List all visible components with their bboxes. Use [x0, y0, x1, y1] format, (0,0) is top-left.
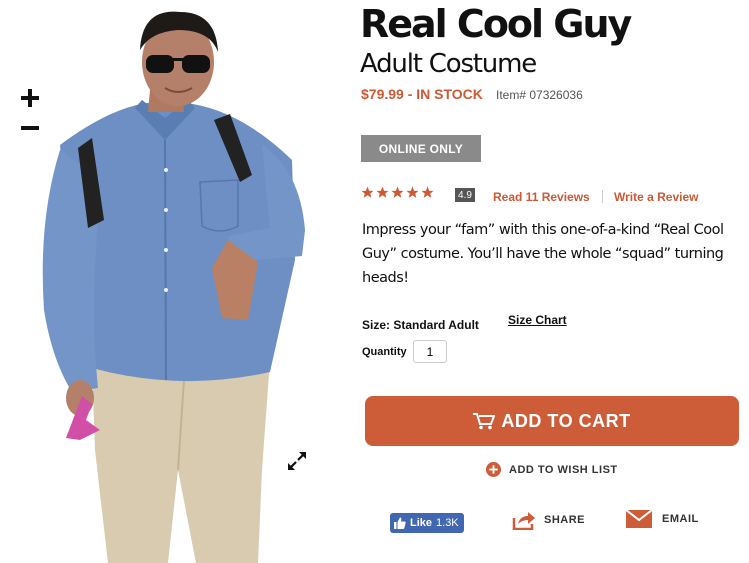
star-icon: [421, 186, 434, 198]
share-arrow-icon: [512, 512, 535, 530]
quantity-input[interactable]: [413, 340, 447, 363]
expand-image-button[interactable]: [286, 450, 310, 474]
email-button[interactable]: EMAIL: [626, 510, 699, 528]
product-image[interactable]: [0, 0, 345, 563]
thumbs-up-icon: [394, 517, 406, 529]
online-only-badge: ONLINE ONLY: [361, 135, 481, 162]
expand-icon: [288, 452, 306, 470]
share-button[interactable]: SHARE: [512, 510, 585, 530]
zoom-out-button[interactable]: [18, 115, 42, 139]
size-label: Size: Standard Adult: [362, 318, 479, 332]
star-icon: [406, 186, 419, 198]
star-rating: [361, 186, 434, 199]
add-to-wish-list-button[interactable]: ADD TO WISH LIST: [486, 462, 618, 477]
cart-icon: [473, 413, 496, 430]
like-count: 1.3K: [436, 517, 459, 529]
quantity-label: Quantity: [362, 346, 407, 358]
email-label: EMAIL: [662, 513, 699, 525]
size-chart-link[interactable]: Size Chart: [508, 313, 567, 327]
write-review-link[interactable]: Write a Review: [614, 190, 698, 204]
envelope-icon: [626, 510, 652, 528]
share-label: SHARE: [544, 514, 586, 526]
rating-score: 4.9: [455, 188, 475, 202]
divider: [602, 190, 603, 203]
star-icon: [361, 186, 374, 198]
facebook-like-button[interactable]: Like 1.3K: [390, 513, 464, 533]
add-to-cart-button[interactable]: ADD TO CART: [365, 396, 739, 446]
star-icon: [391, 186, 404, 198]
plus-icon: [21, 89, 39, 107]
like-label: Like: [410, 517, 433, 529]
star-icon: [376, 186, 389, 198]
product-description: Impress your “fam” with this one-of-a-ki…: [362, 222, 724, 286]
read-reviews-link[interactable]: Read 11 Reviews: [493, 190, 590, 204]
item-number: Item# 07326036: [496, 88, 583, 102]
wish-list-label: ADD TO WISH LIST: [509, 463, 618, 476]
zoom-in-button[interactable]: [18, 86, 42, 110]
price-stock-status: $79.99 - IN STOCK: [361, 86, 483, 102]
plus-circle-icon: [486, 462, 501, 477]
product-subtitle: Adult Costume: [360, 49, 537, 79]
add-to-cart-label: ADD TO CART: [501, 410, 631, 431]
product-photo: [42, 11, 305, 563]
product-title: Real Cool Guy: [360, 2, 632, 46]
minus-icon: [21, 126, 39, 130]
